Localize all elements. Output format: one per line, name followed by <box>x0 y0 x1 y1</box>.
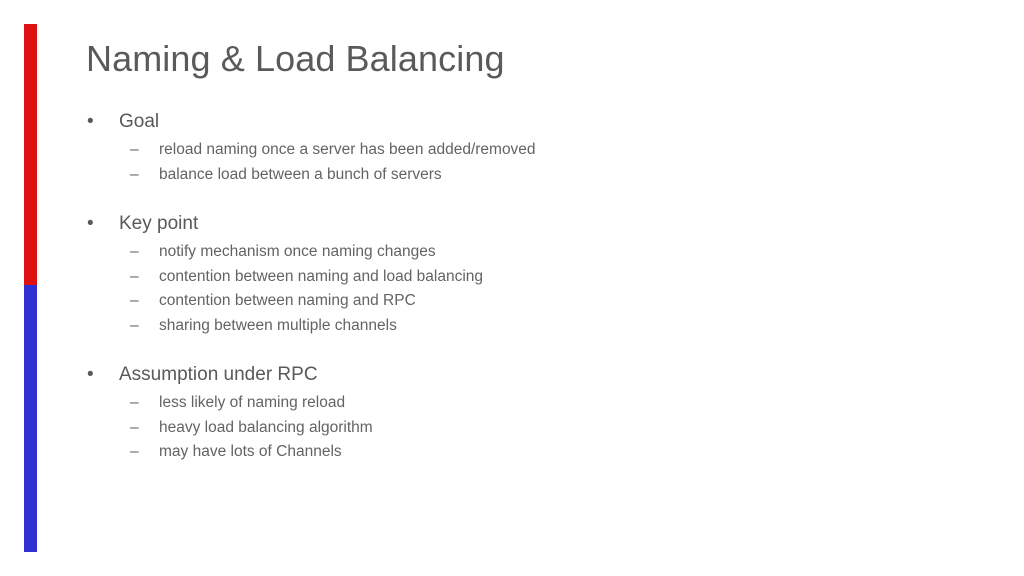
dash-icon: – <box>130 243 139 260</box>
sub-bullet-label: contention between naming and load balan… <box>159 267 484 285</box>
dash-icon: – <box>130 443 139 460</box>
slide-title: Naming & Load Balancing <box>86 38 505 79</box>
bullet-dot-icon: • <box>87 213 94 234</box>
bullet-item-level1: • Goal <box>80 108 940 136</box>
bullet-item-level2: – less likely of naming reload <box>80 391 940 416</box>
bullet-item-level2: – contention between naming and load bal… <box>80 265 940 290</box>
bullet-dot-icon: • <box>87 364 94 385</box>
sub-bullet-list: – reload naming once a server has been a… <box>80 138 940 187</box>
sub-bullet-label: contention between naming and RPC <box>159 292 416 309</box>
sub-bullet-label: heavy load balancing algorithm <box>159 418 373 436</box>
bullet-item-level2: – sharing between multiple channels <box>80 314 940 339</box>
bullet-item-level1: • Assumption under RPC <box>80 361 940 389</box>
dash-icon: – <box>130 418 139 436</box>
bullet-label: Goal <box>119 111 160 132</box>
dash-icon: – <box>130 316 139 334</box>
bullet-label: Assumption under RPC <box>119 364 318 385</box>
bullet-item-level2: – may have lots of Channels <box>80 440 940 465</box>
bullet-group: • Goal – reload naming once a server has… <box>80 108 940 187</box>
bullet-item-level2: – notify mechanism once naming changes <box>80 240 940 265</box>
sub-bullet-list: – less likely of naming reload – heavy l… <box>80 391 940 465</box>
sub-bullet-label: sharing between multiple channels <box>159 316 397 334</box>
bullet-item-level1: • Key point <box>80 210 940 238</box>
bullet-group: • Key point – notify mechanism once nami… <box>80 210 940 338</box>
sub-bullet-label: reload naming once a server has been add… <box>159 141 536 158</box>
bullet-item-level2: – reload naming once a server has been a… <box>80 138 940 163</box>
sub-bullet-label: less likely of naming reload <box>159 394 346 411</box>
dash-icon: – <box>130 267 139 285</box>
bullet-item-level2: – heavy load balancing algorithm <box>80 416 940 441</box>
slide-body: • Goal – reload naming once a server has… <box>80 108 940 465</box>
sub-bullet-list: – notify mechanism once naming changes –… <box>80 240 940 338</box>
dash-icon: – <box>130 141 139 158</box>
sub-bullet-label: notify mechanism once naming changes <box>159 243 436 260</box>
accent-bar <box>24 24 37 552</box>
bullet-group: • Assumption under RPC – less likely of … <box>80 361 940 465</box>
accent-bar-blue-segment <box>24 285 37 552</box>
bullet-label: Key point <box>119 213 199 234</box>
accent-bar-red-segment <box>24 24 37 285</box>
bullet-item-level2: – balance load between a bunch of server… <box>80 163 940 188</box>
sub-bullet-label: may have lots of Channels <box>159 443 342 460</box>
bullet-dot-icon: • <box>87 111 94 132</box>
dash-icon: – <box>130 394 139 411</box>
presentation-slide: Naming & Load Balancing • Goal – reload … <box>0 0 1024 576</box>
sub-bullet-label: balance load between a bunch of servers <box>159 165 442 183</box>
bullet-item-level2: – contention between naming and RPC <box>80 289 940 314</box>
dash-icon: – <box>130 165 139 183</box>
dash-icon: – <box>130 292 139 309</box>
